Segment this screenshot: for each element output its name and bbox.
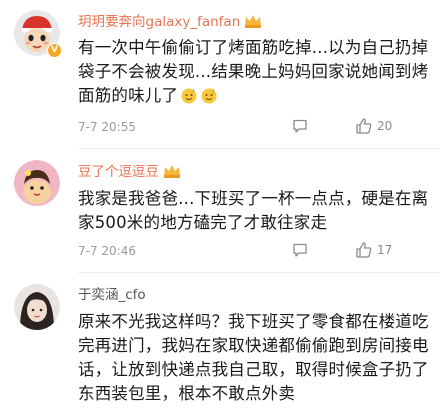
divider <box>78 148 440 149</box>
username-text[interactable]: 于奕涵_cfo <box>78 287 146 303</box>
sweat-smile-icon <box>200 86 218 111</box>
like-button[interactable]: 17 <box>354 240 392 260</box>
sweat-smile-icon <box>180 86 198 111</box>
comment-text: 有一次中午偷偷订了烤面筋吃掉...以为自己扔掉袋子不会被发现...结果晚上妈妈回… <box>78 36 434 111</box>
comment-icon <box>293 119 307 133</box>
like-count: 20 <box>377 119 393 133</box>
comment-timestamp: 7-7 20:46 <box>78 244 136 258</box>
thumbs-up-icon <box>356 242 372 258</box>
username[interactable]: 豆了个逗逗豆 <box>78 163 182 184</box>
username-text[interactable]: 豆了个逗逗豆 <box>78 164 159 180</box>
username[interactable]: 玥玥要奔向galaxy_fanfan <box>78 13 263 34</box>
like-button[interactable]: 20 <box>354 116 392 136</box>
avatar[interactable] <box>14 284 60 330</box>
username[interactable]: 于奕涵_cfo <box>78 286 146 304</box>
like-count: 17 <box>377 243 393 257</box>
comment-icon <box>293 243 307 257</box>
comment-text: 原来不光我这样吗？我下班买了零食都在楼道吃完再进门，我妈在家取快递都偷偷跑到房间… <box>78 312 429 403</box>
verified-badge-icon: V <box>47 43 62 58</box>
username-text[interactable]: 玥玥要奔向galaxy_fanfan <box>78 14 240 30</box>
avatar[interactable] <box>14 160 60 206</box>
member-rank-icon <box>162 163 182 184</box>
reply-button[interactable] <box>291 241 309 259</box>
divider <box>78 272 440 273</box>
comment-text: 我家是我爸爸...下班买了一杯一点点，硬是在离家500米的地方磕完了才敢往家走 <box>78 189 429 232</box>
member-rank-icon <box>243 13 263 34</box>
comment-text-content: 有一次中午偷偷订了烤面筋吃掉...以为自己扔掉袋子不会被发现...结果晚上妈妈回… <box>78 38 429 105</box>
comment-timestamp: 7-7 20:55 <box>78 120 136 134</box>
reply-button[interactable] <box>291 117 309 135</box>
thumbs-up-icon <box>356 118 372 134</box>
